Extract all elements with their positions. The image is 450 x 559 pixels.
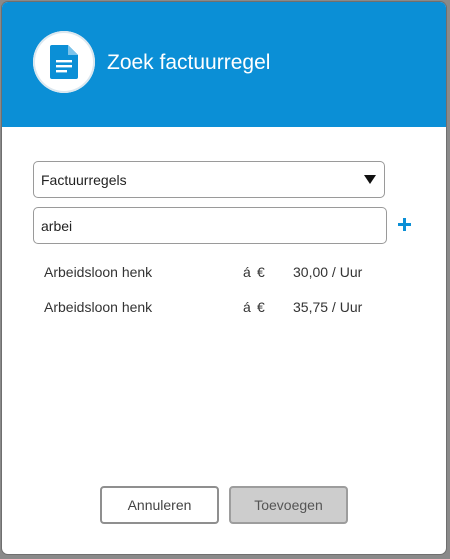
dialog-header: Zoek factuurregel: [2, 2, 446, 127]
plus-icon[interactable]: [398, 218, 411, 231]
document-icon-badge: [33, 31, 95, 93]
filter-select[interactable]: Factuurregels: [33, 161, 385, 198]
result-name: Arbeidsloon henk: [44, 264, 153, 280]
result-currency: €: [257, 299, 265, 315]
document-icon: [50, 45, 78, 79]
result-price: 30,00 / Uur: [293, 264, 363, 280]
cancel-button[interactable]: Annuleren: [100, 486, 219, 524]
caret-down-icon: [364, 175, 376, 184]
search-input[interactable]: [33, 207, 387, 244]
result-a-label: á: [243, 264, 251, 280]
search-invoice-line-dialog: Zoek factuurregel Factuurregels Arbeidsl…: [2, 2, 446, 554]
add-button[interactable]: Toevoegen: [229, 486, 348, 524]
result-name: Arbeidsloon henk: [44, 299, 153, 315]
result-currency: €: [257, 264, 265, 280]
result-a-label: á: [243, 299, 251, 315]
dialog-title: Zoek factuurregel: [107, 51, 271, 74]
result-price: 35,75 / Uur: [293, 299, 363, 315]
filter-select-value: Factuurregels: [41, 172, 127, 188]
